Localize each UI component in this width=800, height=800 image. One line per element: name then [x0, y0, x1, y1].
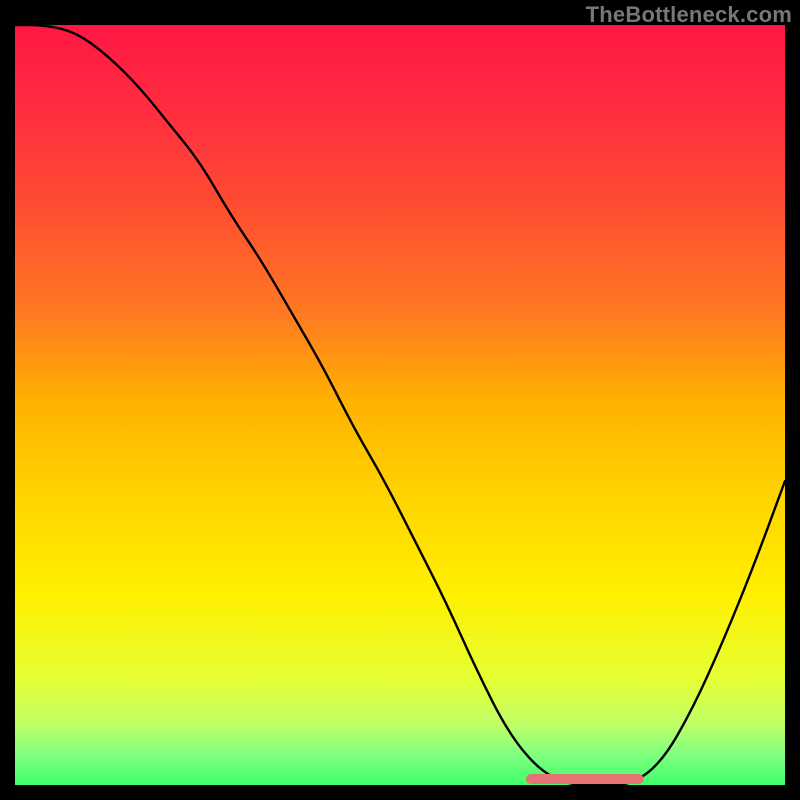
- chart-frame: TheBottleneck.com: [0, 0, 800, 800]
- gradient-rect: [15, 25, 785, 785]
- watermark-label: TheBottleneck.com: [586, 2, 792, 28]
- plot-area: [15, 25, 785, 785]
- gradient-background: [15, 25, 785, 785]
